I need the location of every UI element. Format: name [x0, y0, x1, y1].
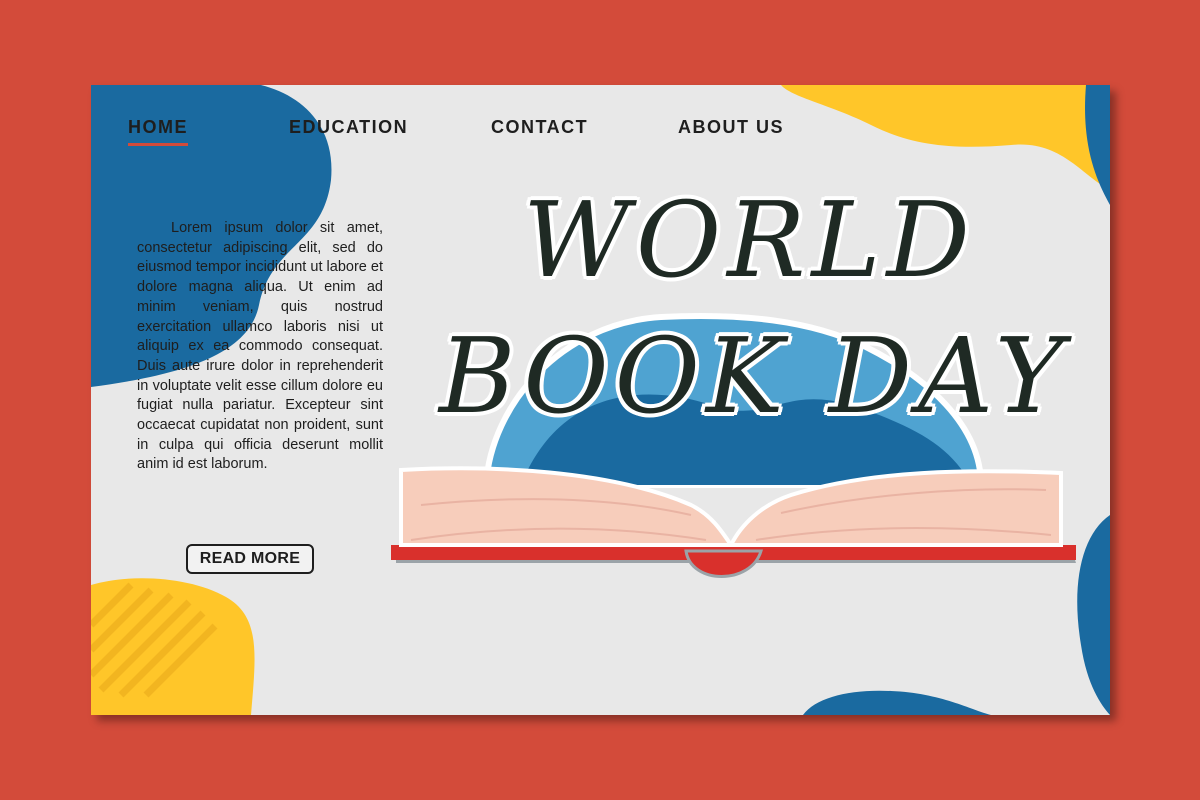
- hero-title-line-2: BOOK DAY: [439, 315, 1070, 437]
- nav-item-contact[interactable]: CONTACT: [491, 117, 588, 138]
- intro-paragraph: Lorem ipsum dolor sit amet, consectetur …: [137, 220, 383, 473]
- read-more-button[interactable]: READ MORE: [186, 544, 314, 574]
- landing-page: HOME EDUCATION CONTACT ABOUT US Lorem ip…: [91, 85, 1110, 715]
- book-spine: [684, 549, 764, 578]
- blue-blob-bottom-right: [803, 690, 991, 715]
- hero-title-line-1: WORLD: [523, 179, 976, 301]
- nav-item-education[interactable]: EDUCATION: [289, 117, 408, 138]
- blue-blob-right-edge: [1077, 515, 1110, 715]
- background-frame: HOME EDUCATION CONTACT ABOUT US Lorem ip…: [0, 0, 1200, 800]
- top-navigation: HOME EDUCATION CONTACT ABOUT US: [91, 117, 1110, 147]
- nav-item-about-us[interactable]: ABOUT US: [678, 117, 784, 138]
- nav-item-home[interactable]: HOME: [128, 117, 188, 146]
